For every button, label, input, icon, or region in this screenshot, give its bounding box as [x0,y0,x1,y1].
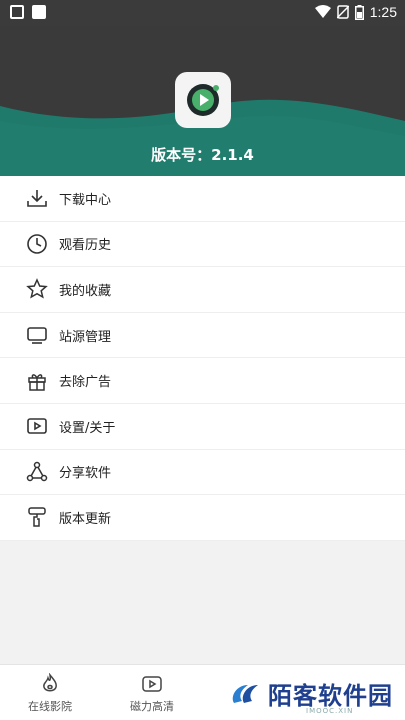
menu-item-share-app[interactable]: 分享软件 [0,450,405,496]
menu-item-favorites[interactable]: 我的收藏 [0,267,405,313]
menu-item-watch-history[interactable]: 观看历史 [0,222,405,268]
app-logo [175,72,231,128]
monitor-icon [25,323,49,347]
brush-icon [25,505,49,529]
battery-icon [354,4,364,20]
play-box-icon [112,673,192,695]
flame-icon [10,673,90,695]
watermark-subtext: IMOOC.XIN [306,707,354,715]
watermark-logo-icon [232,684,258,703]
nav-item-online-cinema[interactable]: 在线影院 [10,673,90,714]
status-time: 1:25 [369,4,397,20]
notification-icon-2 [32,5,46,19]
download-icon [25,186,49,210]
menu-list: 下载中心 观看历史 我的收藏 站源管理 去除广告 设置/关于 分享软件 版本更新 [0,176,405,541]
menu-item-label: 下载中心 [59,192,112,208]
gift-icon [25,369,49,393]
menu-item-label: 分享软件 [59,466,112,482]
menu-item-label: 去除广告 [59,375,112,391]
watermark: 陌客软件园 IMOOC.XIN [228,676,393,715]
menu-item-label: 设置/关于 [59,420,116,436]
star-icon [25,277,49,301]
nav-item-magnet-hd[interactable]: 磁力高清 [112,673,192,714]
clock-icon [25,232,49,256]
version-label: 版本号：2.1.4 [151,146,254,164]
menu-item-label: 观看历史 [59,238,112,254]
watermark-text: 陌客软件园 [268,681,393,710]
nav-item-label: 磁力高清 [130,700,174,713]
status-bar: 1:25 [0,0,405,26]
share-icon [25,460,49,484]
menu-item-label: 版本更新 [59,511,112,527]
no-sim-icon [336,5,349,19]
menu-item-source-management[interactable]: 站源管理 [0,313,405,359]
menu-item-settings-about[interactable]: 设置/关于 [0,404,405,450]
menu-item-download-center[interactable]: 下载中心 [0,176,405,222]
menu-item-label: 站源管理 [59,329,112,345]
profile-header: 版本号：2.1.4 [0,26,405,176]
nav-item-label: 在线影院 [28,700,72,713]
menu-item-label: 我的收藏 [59,283,112,299]
menu-item-remove-ads[interactable]: 去除广告 [0,358,405,404]
notification-icon [10,5,24,19]
wifi-icon [314,5,331,18]
play-box-icon [25,414,49,438]
menu-item-version-update[interactable]: 版本更新 [0,495,405,541]
play-logo-icon [187,84,219,116]
